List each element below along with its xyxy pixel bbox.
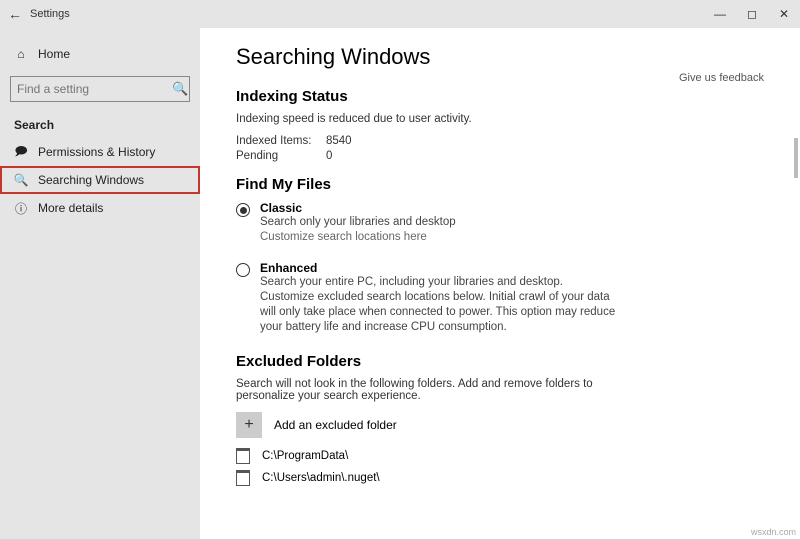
excluded-folders-heading: Excluded Folders [236, 353, 764, 370]
folder-path: C:\ProgramData\ [262, 450, 348, 462]
scrollbar-thumb[interactable] [794, 138, 798, 178]
find-setting-input[interactable]: 🔍 [10, 76, 190, 102]
sidebar-item-searching-windows[interactable]: 🔍 Searching Windows [0, 166, 200, 194]
folder-icon [236, 470, 250, 486]
maximize-button[interactable]: ◻ [736, 0, 768, 28]
folder-icon [236, 448, 250, 464]
feedback-link[interactable]: Give us feedback [679, 72, 764, 84]
enhanced-desc: Search your entire PC, including your li… [260, 275, 620, 335]
excluded-folder-row[interactable]: C:\ProgramData\ [236, 448, 764, 464]
sidebar: ⌂ Home 🔍 Search 🗩 Permissions & History … [0, 28, 200, 539]
main-panel: Give us feedback Searching Windows Index… [200, 28, 800, 539]
radio-icon[interactable] [236, 263, 250, 277]
customize-link[interactable]: Customize search locations here [260, 231, 456, 243]
find-my-files-heading: Find My Files [236, 176, 764, 193]
search-icon: 🔍 [172, 81, 188, 97]
home-label: Home [38, 47, 70, 61]
more-label: More details [38, 201, 103, 215]
indexing-status-heading: Indexing Status [236, 88, 764, 105]
home-nav[interactable]: ⌂ Home [0, 40, 200, 68]
classic-desc: Search only your libraries and desktop [260, 215, 456, 230]
back-button[interactable]: ← [0, 6, 30, 22]
classic-title: Classic [260, 201, 456, 215]
info-icon: ⓘ [14, 201, 28, 215]
home-icon: ⌂ [14, 47, 28, 61]
close-button[interactable]: ✕ [768, 0, 800, 28]
sidebar-item-permissions[interactable]: 🗩 Permissions & History [0, 138, 200, 166]
enhanced-option[interactable]: Enhanced Search your entire PC, includin… [236, 261, 764, 335]
add-excluded-folder[interactable]: + Add an excluded folder [236, 412, 764, 438]
indexing-status-text: Indexing speed is reduced due to user ac… [236, 113, 764, 125]
section-label: Search [0, 116, 200, 138]
radio-icon[interactable] [236, 203, 250, 217]
enhanced-title: Enhanced [260, 261, 620, 275]
search-field[interactable] [17, 82, 172, 96]
search-icon: 🔍 [14, 173, 28, 187]
excluded-folder-row[interactable]: C:\Users\admin\.nuget\ [236, 470, 764, 486]
classic-option[interactable]: Classic Search only your libraries and d… [236, 201, 764, 243]
minimize-button[interactable]: — [704, 0, 736, 28]
watermark: wsxdn.com [751, 527, 796, 537]
excluded-description: Search will not look in the following fo… [236, 378, 596, 402]
folder-path: C:\Users\admin\.nuget\ [262, 472, 380, 484]
page-title: Searching Windows [236, 44, 764, 70]
indexed-items-label: Indexed Items: [236, 135, 326, 147]
permissions-icon: 🗩 [14, 145, 28, 159]
sidebar-item-more-details[interactable]: ⓘ More details [0, 194, 200, 222]
permissions-label: Permissions & History [38, 145, 155, 159]
searching-label: Searching Windows [38, 173, 144, 187]
pending-label: Pending [236, 150, 326, 162]
indexed-items-value: 8540 [326, 135, 352, 147]
plus-icon[interactable]: + [236, 412, 262, 438]
add-label: Add an excluded folder [274, 418, 397, 432]
window-title: Settings [30, 8, 70, 20]
pending-value: 0 [326, 150, 332, 162]
